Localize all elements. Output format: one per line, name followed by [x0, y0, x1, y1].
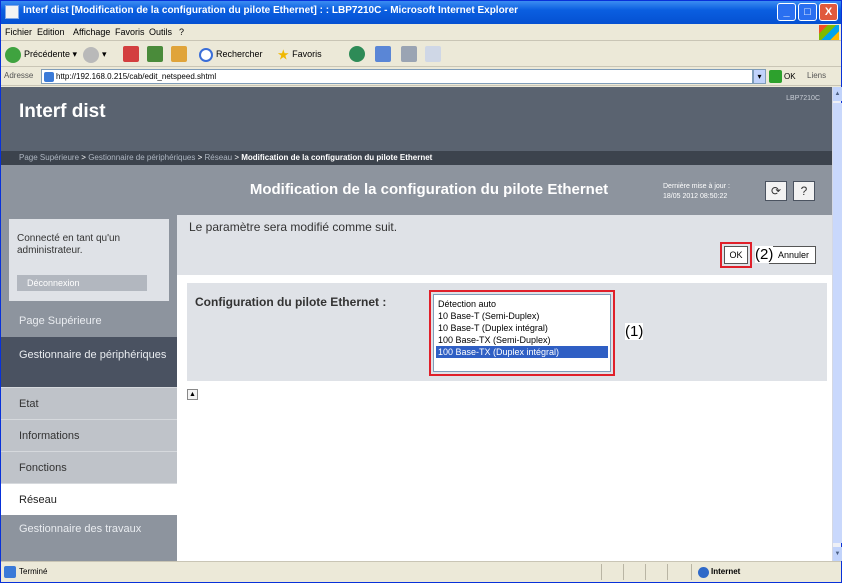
- title-bar: Interf dist [Modification de la configur…: [1, 1, 841, 24]
- windows-logo-icon: [819, 25, 839, 40]
- minimize-button[interactable]: _: [777, 3, 796, 21]
- forward-arrow-icon: [83, 46, 99, 63]
- listbox-highlight: [429, 290, 615, 376]
- printer-model: LBP7210C: [786, 95, 820, 102]
- scroll-thumb[interactable]: [833, 103, 842, 543]
- security-zone: Internet: [711, 567, 741, 576]
- main-panel: Le paramètre sera modifié comme suit. OK…: [177, 215, 832, 561]
- page-title: Modification de la configuration du pilo…: [249, 181, 609, 198]
- search-icon: [199, 47, 213, 62]
- page-icon: [44, 72, 54, 82]
- mail-icon[interactable]: [375, 46, 391, 62]
- stop-icon[interactable]: [123, 46, 139, 62]
- last-update-text: Dernière mise à jour : 18/05 2012 08:50:…: [663, 183, 730, 200]
- back-button[interactable]: Précédente ▾: [5, 45, 77, 63]
- sidebar-item-network[interactable]: Réseau: [1, 483, 177, 515]
- address-input[interactable]: http://192.168.0.215/cab/edit_netspeed.s…: [41, 69, 753, 84]
- confirm-message: Le paramètre sera modifié comme suit.: [189, 220, 398, 234]
- star-icon: ★: [277, 46, 290, 63]
- close-button[interactable]: X: [819, 3, 838, 21]
- sidebar-item-device-manager[interactable]: Gestionnaire de périphériques: [1, 337, 177, 387]
- menu-file[interactable]: Fichier: [5, 27, 32, 37]
- status-text: Terminé: [19, 567, 48, 576]
- breadcrumb-network[interactable]: Réseau: [205, 153, 233, 162]
- breadcrumb-device-manager[interactable]: Gestionnaire de périphériques: [88, 153, 195, 162]
- form-area: Configuration du pilote Ethernet : Détec…: [187, 283, 827, 381]
- toolbar: Précédente ▾ ▾ Rechercher ★ Favoris: [1, 41, 841, 67]
- sidebar-header: [1, 165, 177, 219]
- breadcrumb-home[interactable]: Page Supérieure: [19, 153, 79, 162]
- page-header: Interf dist LBP7210C: [1, 87, 832, 151]
- edit-icon[interactable]: [425, 46, 441, 62]
- help-button[interactable]: ?: [793, 181, 815, 201]
- window-title: Interf dist [Modification de la configur…: [23, 5, 519, 16]
- internet-zone-icon: [698, 567, 709, 578]
- sidebar-item-information[interactable]: Informations: [1, 419, 177, 451]
- cancel-button[interactable]: Annuler: [769, 246, 816, 264]
- scroll-down-icon[interactable]: ▼: [833, 547, 842, 561]
- back-to-top-icon[interactable]: ▲: [187, 389, 198, 400]
- refresh-icon: ⟳: [770, 184, 782, 198]
- address-dropdown-icon[interactable]: ▾: [753, 69, 766, 84]
- sidebar-item-status[interactable]: Etat: [1, 387, 177, 419]
- scroll-up-icon[interactable]: ▲: [833, 87, 842, 101]
- menu-favorites[interactable]: Favoris: [115, 27, 145, 37]
- status-bar: Terminé Internet: [1, 561, 841, 582]
- sidebar-item-home[interactable]: Page Supérieure: [1, 307, 177, 335]
- sidebar-item-job-manager[interactable]: Gestionnaire des travaux: [1, 515, 177, 561]
- menu-bar: Fichier Edition Affichage Favoris Outils…: [1, 24, 841, 41]
- message-area: Le paramètre sera modifié comme suit. OK…: [177, 215, 832, 275]
- links-label[interactable]: Liens: [807, 71, 826, 80]
- sidebar: Connecté en tant qu'un administrateur. D…: [1, 219, 177, 561]
- ok-highlight: [720, 242, 752, 268]
- page-title-bar: Modification de la configuration du pilo…: [177, 165, 832, 215]
- callout-2: (2): [755, 246, 774, 263]
- favorites-button[interactable]: ★ Favoris: [277, 45, 322, 63]
- address-label: Adresse: [4, 71, 34, 80]
- menu-help[interactable]: ?: [179, 27, 184, 37]
- web-content: Interf dist LBP7210C Page Supérieure > G…: [1, 87, 832, 561]
- home-icon[interactable]: [171, 46, 187, 62]
- maximize-button[interactable]: □: [798, 3, 817, 21]
- login-box: Connecté en tant qu'un administrateur. D…: [1, 219, 177, 301]
- login-status: Connecté en tant qu'un administrateur.: [17, 233, 121, 256]
- search-button[interactable]: Rechercher: [199, 45, 263, 63]
- forward-button[interactable]: ▾: [83, 45, 107, 63]
- logout-button[interactable]: Déconnexion: [17, 275, 147, 291]
- address-bar: Adresse http://192.168.0.215/cab/edit_ne…: [1, 67, 841, 86]
- ie-page-icon: [5, 5, 19, 19]
- menu-tools[interactable]: Outils: [149, 27, 172, 37]
- print-icon[interactable]: [401, 46, 417, 62]
- refresh-page-icon[interactable]: [147, 46, 163, 62]
- brand-title: Interf dist: [19, 101, 106, 122]
- back-arrow-icon: [5, 46, 21, 63]
- go-arrow-icon: [769, 70, 782, 84]
- callout-1: (1): [625, 323, 644, 340]
- menu-edit[interactable]: Edition: [37, 27, 65, 37]
- breadcrumb-current: Modification de la configuration du pilo…: [241, 153, 433, 162]
- history-icon[interactable]: [349, 46, 365, 62]
- go-button[interactable]: OK: [769, 69, 796, 84]
- refresh-button[interactable]: ⟳: [765, 181, 787, 201]
- sidebar-item-functions[interactable]: Fonctions: [1, 451, 177, 483]
- address-url: http://192.168.0.215/cab/edit_netspeed.s…: [56, 72, 217, 81]
- browser-window: Interf dist [Modification de la configur…: [0, 0, 842, 583]
- ethernet-driver-label: Configuration du pilote Ethernet :: [195, 295, 387, 309]
- vertical-scrollbar[interactable]: ▲ ▼: [832, 87, 842, 561]
- menu-view[interactable]: Affichage: [73, 27, 110, 37]
- breadcrumb: Page Supérieure > Gestionnaire de périph…: [1, 151, 832, 165]
- page-done-icon: [4, 566, 16, 578]
